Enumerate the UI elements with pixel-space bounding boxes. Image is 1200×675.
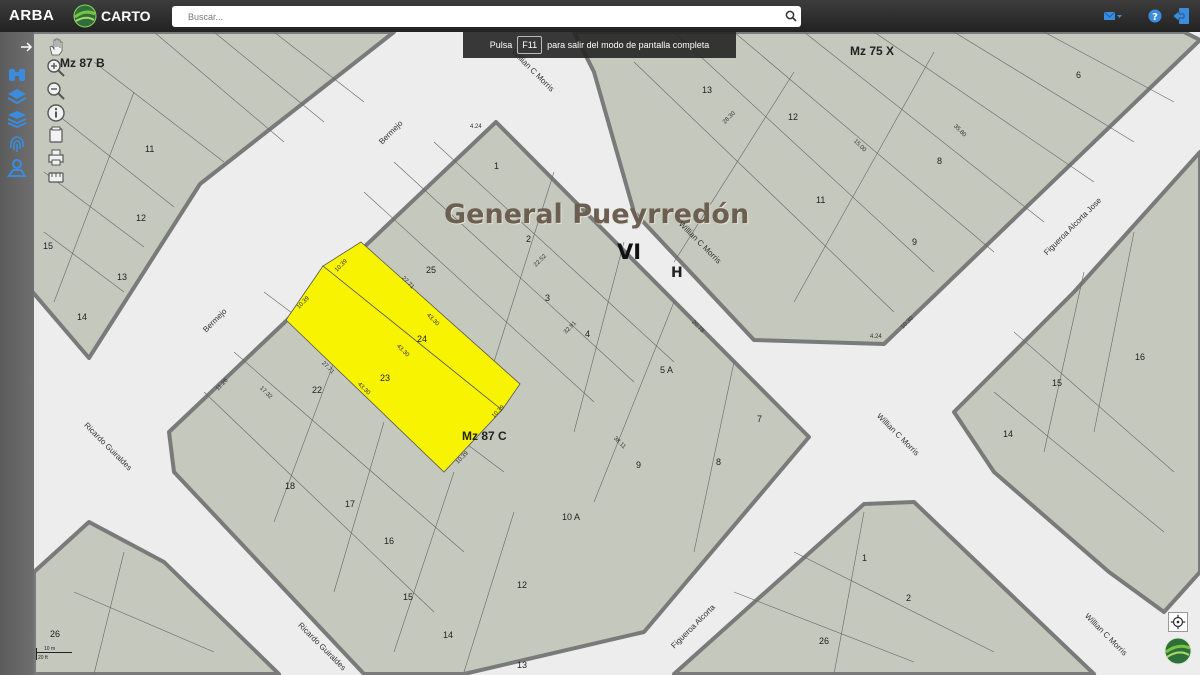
collapse-arrow-icon[interactable] [19,40,33,54]
overview-globe-icon[interactable] [1163,636,1193,666]
fullscreen-notice: Pulsa F11 para salir del modo de pantall… [463,32,736,58]
cadastral-map[interactable] [34,32,1200,675]
print-icon[interactable] [46,147,66,167]
carto-label: CARTO [101,8,151,24]
fingerprint-icon[interactable] [6,134,28,154]
logout-icon[interactable] [1172,7,1190,25]
crosshair-icon [1170,614,1186,630]
info-icon[interactable] [46,103,66,123]
mail-icon[interactable] [1103,9,1123,23]
notice-prefix: Pulsa [489,40,513,50]
scale-top-label: 10 m [44,646,56,652]
help-icon[interactable]: ? [1148,9,1162,23]
camera-icon[interactable] [46,125,66,145]
top-bar: ARBA CARTO ? [0,0,1200,32]
zoom-in-icon[interactable] [46,58,66,78]
search-icon[interactable] [785,10,797,22]
svg-text:?: ? [1152,12,1158,23]
app-title[interactable]: ARBA [9,7,54,24]
search-box[interactable] [172,6,801,27]
notice-key: F11 [517,36,543,54]
scale-bar: 10 m 20 ft [36,646,74,662]
scale-bottom-label: 20 ft [38,655,48,661]
carto-globe-logo [73,4,97,28]
layers-stack-icon[interactable] [6,110,28,130]
measure-icon[interactable] [46,167,66,187]
layers-icon[interactable] [6,87,28,107]
locate-button[interactable] [1168,612,1188,632]
left-sidebar [0,32,34,675]
notice-suffix: para salir del modo de pantalla completa [547,40,710,50]
user-location-icon[interactable] [6,158,28,178]
binoculars-icon[interactable] [6,64,28,84]
hand-pan-icon[interactable] [46,37,66,57]
zoom-out-icon[interactable] [46,81,66,101]
search-input[interactable] [172,6,788,27]
